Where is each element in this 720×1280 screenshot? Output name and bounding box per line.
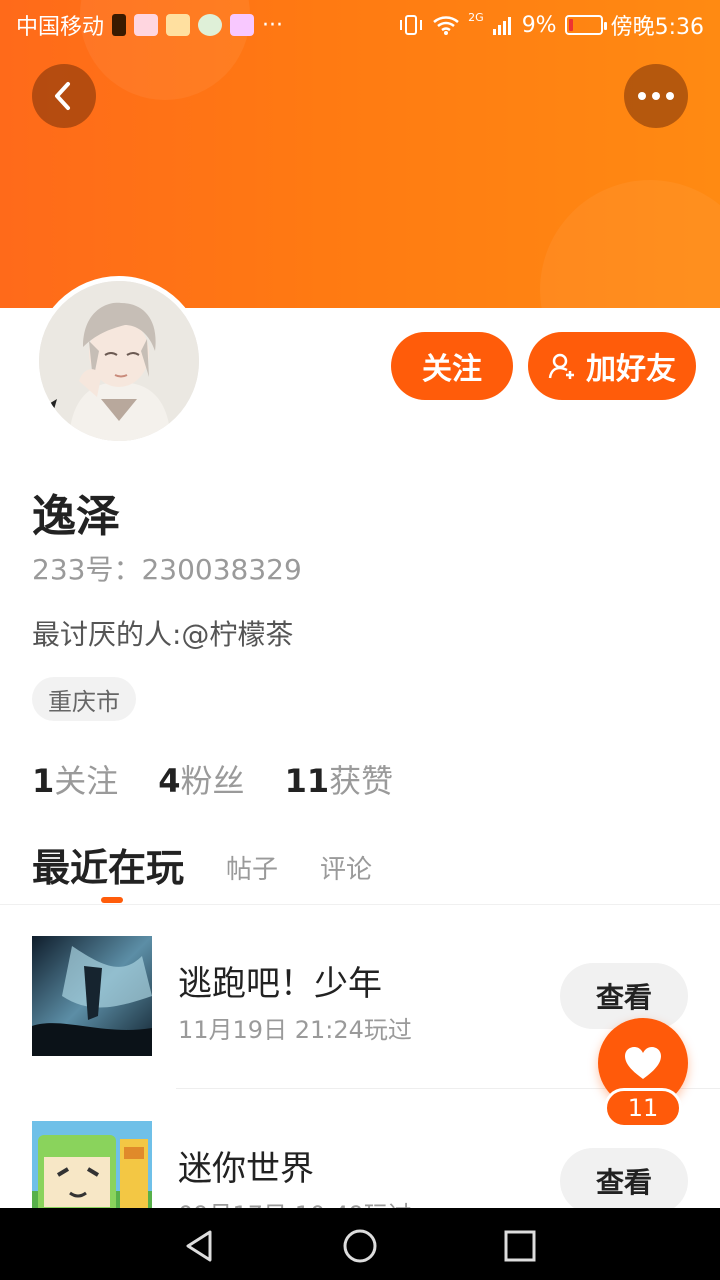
follow-label: 关注 (422, 352, 482, 387)
app-notification-icon (230, 14, 255, 36)
carrier-name: 中国移动 (16, 15, 105, 40)
view-button[interactable]: 查看 (560, 963, 688, 1029)
fans-count: 4 (158, 762, 181, 800)
more-options-button[interactable] (624, 64, 688, 128)
network-type: 2G (468, 10, 484, 24)
game-title: 逃跑吧！少年 (178, 964, 382, 1004)
profile-header-banner: 中国移动 ··· 2G 9% 傍晚5:36 (0, 0, 720, 308)
user-id: 233号：230038329 (32, 553, 302, 586)
nav-home-icon[interactable] (340, 1226, 380, 1266)
tab-recently-played[interactable]: 最近在玩 (32, 837, 184, 906)
chevron-left-icon (55, 82, 70, 110)
likes-stat: 11获赞 (285, 756, 394, 802)
profile-stats: 1关注 4粉丝 11获赞 (32, 756, 393, 802)
location-label: 重庆市 (48, 687, 120, 716)
add-friend-label: 加好友 (586, 352, 676, 387)
add-friend-button[interactable]: 加好友 (528, 332, 696, 400)
wifi-icon (433, 16, 459, 35)
active-tab-indicator (101, 897, 123, 903)
divider (0, 904, 720, 905)
tab-posts[interactable]: 帖子 (226, 849, 278, 906)
back-button[interactable] (32, 64, 96, 128)
view-button[interactable]: 查看 (560, 1148, 688, 1214)
fans-label: 粉丝 (180, 762, 245, 800)
battery-percent: 9% (521, 12, 557, 38)
likes-count: 11 (284, 762, 330, 800)
tab-comments[interactable]: 评论 (320, 849, 372, 906)
app-notification-icon (166, 14, 191, 36)
banner-decoration (540, 180, 720, 308)
battery-icon (564, 15, 607, 35)
heart-icon (625, 1047, 661, 1079)
vibrate-icon (400, 15, 423, 35)
signal-icon (492, 17, 511, 35)
nav-back-icon[interactable] (180, 1226, 220, 1266)
likes-label: 获赞 (329, 762, 394, 800)
location-tag: 重庆市 (32, 677, 136, 721)
app-notification-icon (134, 14, 159, 36)
following-label: 关注 (54, 762, 119, 800)
fans-stat[interactable]: 4粉丝 (158, 756, 244, 802)
game-artwork (32, 936, 152, 1056)
profile-tabs: 最近在玩 帖子 评论 (32, 836, 372, 906)
system-navigation-bar (0, 1208, 720, 1280)
follow-button[interactable]: 关注 (391, 332, 513, 400)
game-title: 迷你世界 (178, 1149, 314, 1189)
nav-recents-icon[interactable] (500, 1226, 540, 1266)
like-count-badge: 11 (604, 1088, 682, 1128)
profile-name: 逸泽 (32, 491, 120, 542)
avatar-illustration (39, 281, 199, 441)
following-count: 1 (32, 762, 55, 800)
profile-bio: 最讨厌的人:@柠檬茶 (32, 618, 294, 651)
more-dots-icon (638, 92, 674, 100)
more-notifications-icon: ··· (262, 12, 283, 38)
game-thumbnail (32, 936, 152, 1056)
status-bar: 中国移动 ··· 2G 9% 傍晚5:36 (0, 0, 720, 50)
avatar[interactable] (34, 276, 204, 446)
add-user-icon (548, 353, 574, 379)
last-played-time: 11月19日 21:24玩过 (178, 1016, 412, 1044)
alert-icon (112, 14, 127, 36)
wechat-icon (198, 14, 223, 36)
clock: 傍晚5:36 (610, 15, 704, 40)
following-stat[interactable]: 1关注 (32, 756, 118, 802)
